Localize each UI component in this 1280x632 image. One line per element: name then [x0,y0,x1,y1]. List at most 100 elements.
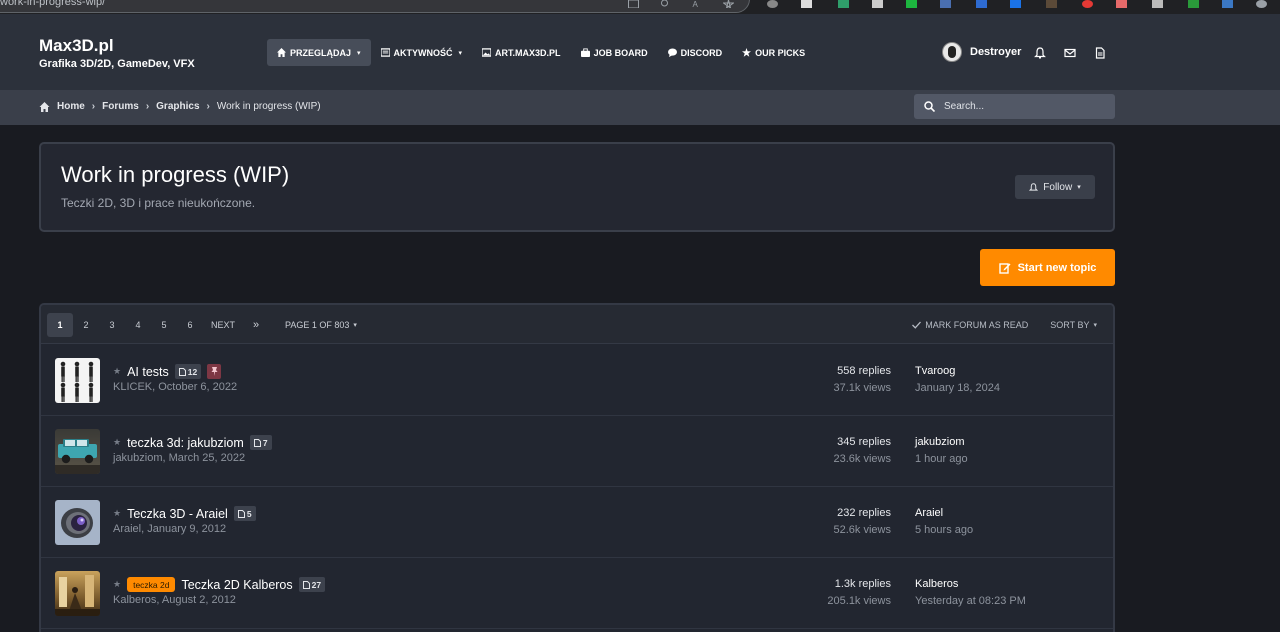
mark-forum-read-button[interactable]: Mark forum as read [912,320,1028,330]
page-link-6[interactable]: 6 [177,313,203,337]
last-poster[interactable]: Kalberos [915,578,1026,590]
extension-icon[interactable] [1116,0,1127,8]
extension-icon[interactable] [976,0,987,8]
grid-icon[interactable] [628,0,639,8]
pages-badge[interactable]: 27 [298,577,326,592]
envelope-icon[interactable] [1064,47,1076,59]
breadcrumb-forums[interactable]: Forums [102,101,139,112]
read-aloud-icon[interactable]: A [692,0,703,8]
topic-title[interactable]: Teczka 2D Kalberos [181,578,292,592]
breadcrumb-bar: Home › Forums › Graphics › Work in progr… [0,90,1280,125]
topic-title-line: ★ AI tests 12 [113,364,222,379]
pages-badge[interactable]: 5 [233,506,256,521]
last-post-date[interactable]: 1 hour ago [915,453,968,465]
page-jump-dropdown[interactable]: Page 1 of 803 ▾ [285,320,357,330]
topic-title[interactable]: Teczka 3D - Araiel [127,507,228,521]
extension-icon[interactable] [940,0,951,8]
topic-author-date[interactable]: KLICEK, October 6, 2022 [113,381,237,393]
table-row[interactable]: ★ Teczka 3D - Araiel 5 Araiel, January 9… [41,487,1113,558]
extension-icon[interactable] [1082,0,1093,8]
nav-job-board[interactable]: Job Board [571,39,658,66]
table-row[interactable]: ★ AI tests 12 KLICEK, October 6, 2022 55… [41,345,1113,416]
pages-count: 27 [311,579,322,590]
start-new-topic-button[interactable]: Start new topic [980,249,1115,286]
next-page-link[interactable]: Next [203,313,243,337]
breadcrumb-current[interactable]: Work in progress (WIP) [217,101,321,112]
zoom-icon[interactable] [660,0,671,8]
extension-icon[interactable] [1010,0,1021,8]
last-post-date[interactable]: 5 hours ago [915,524,973,536]
chevron-down-icon: ▾ [1077,184,1081,191]
topic-thumbnail[interactable] [55,571,100,616]
document-icon [178,367,186,376]
pages-count: 12 [187,366,198,377]
breadcrumb-home[interactable]: Home [57,101,85,112]
nav-label: Discord [680,47,723,58]
breadcrumb-graphics[interactable]: Graphics [156,101,199,112]
car-thumbnail-icon [55,439,100,474]
last-post-date[interactable]: January 18, 2024 [915,382,1000,394]
sort-by-dropdown[interactable]: Sort By ▾ [1050,320,1097,330]
nav-our-picks[interactable]: Our Picks [732,39,815,66]
extension-icon[interactable] [1188,0,1199,8]
extension-icon[interactable] [906,0,917,8]
user-menu[interactable]: Destroyer [942,42,1021,62]
page-link-4[interactable]: 4 [125,313,151,337]
extension-icon[interactable] [1222,0,1233,8]
extension-icon[interactable] [838,0,849,8]
favorite-icon[interactable] [723,0,734,8]
home-icon[interactable] [39,101,50,112]
bell-icon[interactable] [1034,47,1046,59]
topic-author-date[interactable]: Araiel, January 9, 2012 [113,523,226,535]
page-link-5[interactable]: 5 [151,313,177,337]
last-poster[interactable]: jakubziom [915,436,968,448]
topic-thumbnail[interactable] [55,500,100,545]
last-post-info: Kalberos Yesterday at 08:23 PM [915,578,1026,607]
topic-title-line: ★ teczka 2d Teczka 2D Kalberos 27 [113,577,326,592]
search-icon[interactable] [924,101,935,112]
extension-icon[interactable] [1046,0,1057,8]
extension-icon[interactable] [1152,0,1163,8]
last-poster[interactable]: Araiel [915,507,973,519]
last-page-link[interactable]: » [243,313,269,337]
nav-art-max3d[interactable]: ART.MAX3D.PL [472,39,571,66]
topic-author-date[interactable]: jakubziom, March 25, 2022 [113,452,245,464]
page-link-1[interactable]: 1 [47,313,73,337]
extension-icon[interactable] [872,0,883,8]
replies-count: 345 replies [837,436,891,448]
avatar[interactable] [942,42,962,62]
document-icon[interactable] [1094,47,1106,59]
address-bar-url[interactable]: work-in-progress-wip/ [0,0,105,8]
topic-thumbnail[interactable] [55,358,100,403]
topic-thumbnail[interactable] [55,429,100,474]
last-poster[interactable]: Tvaroog [915,365,1000,377]
extension-icon[interactable] [767,0,778,8]
nav-aktywnosc[interactable]: Aktywność ▾ [371,39,473,66]
settings-icon[interactable] [1256,0,1267,8]
last-post-date[interactable]: Yesterday at 08:23 PM [915,595,1026,607]
follow-button[interactable]: Follow ▾ [1015,175,1095,199]
main-nav: Przeglądaj ▾ Aktywność ▾ ART.MAX3D.PL Jo… [267,39,815,66]
star-icon: ★ [113,366,122,376]
pages-badge[interactable]: 12 [174,364,202,379]
star-icon [742,48,752,57]
site-logo[interactable]: Max3D.pl [39,36,114,56]
nav-discord[interactable]: Discord [658,39,733,66]
site-tagline: Grafika 3D/2D, GameDev, VFX [39,58,195,70]
nav-przegladaj[interactable]: Przeglądaj ▾ [267,39,371,66]
page-link-2[interactable]: 2 [73,313,99,337]
table-row[interactable]: ★ teczka 2d Teczka 2D Kalberos 27 Kalber… [41,558,1113,629]
briefcase-icon [580,48,590,57]
page-link-3[interactable]: 3 [99,313,125,337]
pages-badge[interactable]: 7 [249,435,272,450]
table-row[interactable]: ★ teczka 3d: jakubziom 7 jakubziom, Marc… [41,416,1113,487]
topic-title[interactable]: teczka 3d: jakubziom [127,436,244,450]
topic-title[interactable]: AI tests [127,365,169,379]
search-input[interactable] [944,101,1094,112]
topic-tag[interactable]: teczka 2d [127,577,176,592]
topic-author-date[interactable]: Kalberos, August 2, 2012 [113,594,236,606]
search-box[interactable] [914,94,1115,119]
extension-icon[interactable] [801,0,812,8]
username[interactable]: Destroyer [970,46,1021,58]
replies-count: 232 replies [837,507,891,519]
